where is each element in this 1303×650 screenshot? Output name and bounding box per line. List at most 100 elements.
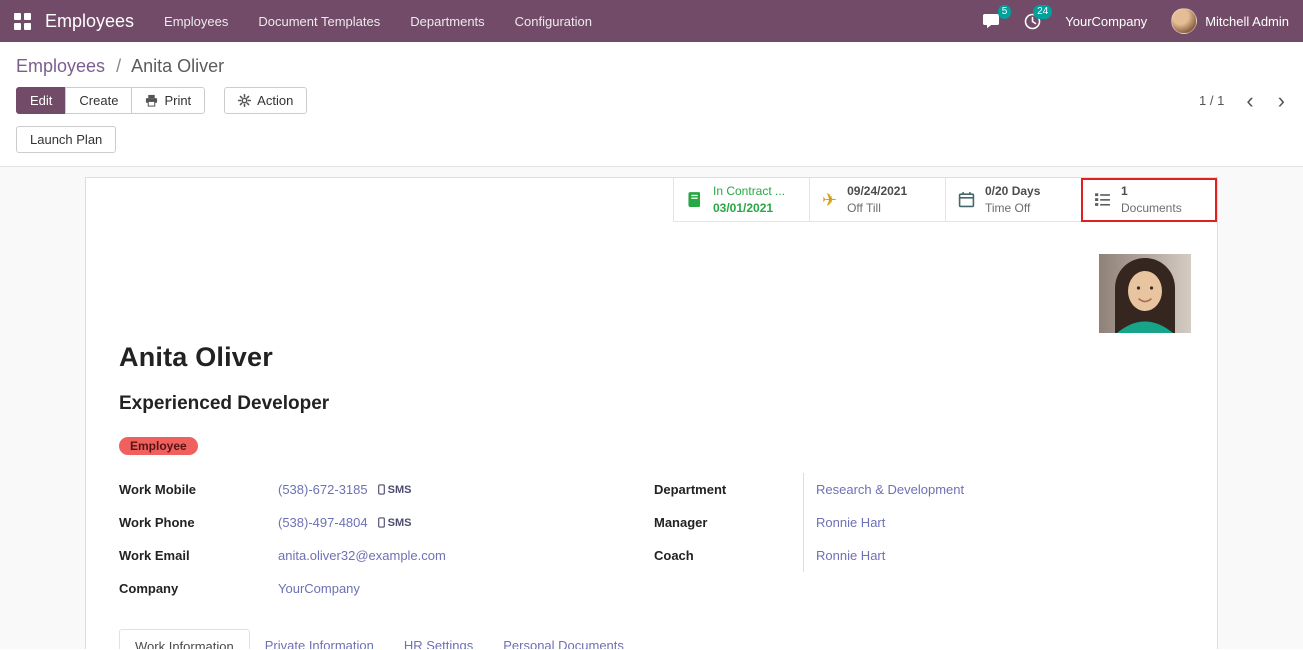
form-view-background: In Contract ... 03/01/2021 ✈ 09/24/2021 … [0, 167, 1303, 649]
calendar-icon [958, 191, 975, 208]
menu-item-document-templates[interactable]: Document Templates [258, 14, 380, 29]
action-button[interactable]: Action [224, 87, 307, 114]
menu-item-employees[interactable]: Employees [164, 14, 228, 29]
user-name: Mitchell Admin [1205, 14, 1289, 29]
sms-link[interactable]: SMS [378, 517, 412, 529]
stat-timeoff-line1: 0/20 Days [985, 183, 1040, 199]
employee-name: Anita Oliver [119, 342, 1191, 373]
stat-offtill-line2: Off Till [847, 200, 907, 216]
company-value[interactable]: YourCompany [278, 581, 360, 596]
action-buttons-row: Launch Plan [0, 114, 1303, 167]
documents-list-icon [1094, 191, 1111, 208]
field-label: Department [654, 473, 804, 506]
top-navbar: Employees Employees Document Templates D… [0, 0, 1303, 42]
company-switcher[interactable]: YourCompany [1065, 14, 1147, 29]
tab-hr-settings[interactable]: HR Settings [389, 629, 488, 649]
department-value[interactable]: Research & Development [804, 482, 964, 497]
field-label: Company [119, 581, 278, 596]
fields-right-column: Department Research & Development Manage… [654, 473, 1191, 605]
stat-contract-line2: 03/01/2021 [713, 200, 785, 216]
activities-button[interactable]: 24 [1024, 13, 1041, 30]
user-avatar [1171, 8, 1197, 34]
stat-button-contract[interactable]: In Contract ... 03/01/2021 [673, 178, 809, 222]
field-row-coach: Coach Ronnie Hart [654, 539, 1191, 572]
pager-next-icon[interactable]: › [1276, 90, 1287, 112]
tab-personal-documents[interactable]: Personal Documents [488, 629, 639, 649]
messages-button[interactable]: 5 [982, 13, 1000, 29]
field-row-work-email: Work Email anita.oliver32@example.com [119, 539, 654, 572]
action-button-label: Action [257, 93, 293, 108]
sms-label: SMS [388, 484, 412, 496]
print-button[interactable]: Print [131, 87, 205, 114]
stat-offtill-line1: 09/24/2021 [847, 183, 907, 199]
stat-button-off-till[interactable]: ✈ 09/24/2021 Off Till [809, 178, 945, 222]
field-row-work-phone: Work Phone (538)-497-4804 SMS [119, 506, 654, 539]
contract-book-icon [686, 191, 703, 208]
control-panel: Edit Create Print [0, 85, 1303, 114]
launch-plan-button[interactable]: Launch Plan [16, 126, 116, 153]
create-button-label: Create [79, 93, 118, 108]
employee-main: Anita Oliver Experienced Developer Emplo… [86, 342, 1217, 649]
stat-button-time-off[interactable]: 0/20 Days Time Off [945, 178, 1081, 222]
navbar-right: 5 24 YourCompany Mitchell Admin [982, 8, 1289, 34]
messages-badge: 5 [998, 5, 1012, 19]
breadcrumb-parent[interactable]: Employees [16, 56, 105, 76]
employee-photo[interactable] [1099, 254, 1191, 333]
gear-icon [238, 94, 251, 107]
work-phone-value[interactable]: (538)-497-4804 [278, 515, 368, 530]
tab-private-information[interactable]: Private Information [250, 629, 389, 649]
employee-fields: Work Mobile (538)-672-3185 SMS Work Phon… [119, 473, 1191, 605]
field-row-department: Department Research & Development [654, 473, 1191, 506]
edit-button[interactable]: Edit [16, 87, 66, 114]
create-button[interactable]: Create [65, 87, 132, 114]
top-menu: Employees Document Templates Departments… [164, 14, 592, 29]
pager: 1 / 1 ‹ › [1199, 90, 1287, 112]
field-label: Coach [654, 539, 804, 572]
pager-previous-icon[interactable]: ‹ [1244, 90, 1255, 112]
launch-plan-label: Launch Plan [30, 132, 102, 147]
button-group: Edit Create Print [16, 87, 205, 114]
menu-item-configuration[interactable]: Configuration [515, 14, 592, 29]
work-email-value[interactable]: anita.oliver32@example.com [278, 548, 446, 563]
field-label: Work Mobile [119, 482, 278, 497]
stat-button-documents[interactable]: 1 Documents [1081, 178, 1217, 222]
printer-icon [145, 94, 158, 107]
sms-label: SMS [388, 517, 412, 529]
breadcrumb: Employees / Anita Oliver [0, 42, 1303, 85]
stat-button-row: In Contract ... 03/01/2021 ✈ 09/24/2021 … [86, 178, 1217, 222]
field-label: Manager [654, 506, 804, 539]
breadcrumb-separator: / [116, 56, 121, 76]
fields-left-column: Work Mobile (538)-672-3185 SMS Work Phon… [119, 473, 654, 605]
activities-badge: 24 [1033, 5, 1052, 19]
employee-form-sheet: In Contract ... 03/01/2021 ✈ 09/24/2021 … [85, 177, 1218, 649]
menu-item-departments[interactable]: Departments [410, 14, 484, 29]
stat-documents-line1: 1 [1121, 183, 1182, 199]
tab-work-information[interactable]: Work Information [119, 629, 250, 649]
manager-value[interactable]: Ronnie Hart [804, 515, 885, 530]
plane-icon: ✈ [822, 191, 837, 209]
sms-link[interactable]: SMS [378, 484, 412, 496]
stat-timeoff-line2: Time Off [985, 200, 1040, 216]
apps-menu-icon[interactable] [14, 13, 31, 30]
notebook-tabs: Work Information Private Information HR … [119, 629, 1191, 649]
edit-button-label: Edit [30, 93, 52, 108]
stat-documents-line2: Documents [1121, 200, 1182, 216]
field-row-company: Company YourCompany [119, 572, 654, 605]
field-row-work-mobile: Work Mobile (538)-672-3185 SMS [119, 473, 654, 506]
employee-job-title: Experienced Developer [119, 393, 1191, 415]
pager-value: 1 / 1 [1199, 93, 1224, 108]
field-label: Work Email [119, 548, 278, 563]
mobile-phone-icon [378, 517, 385, 528]
mobile-phone-icon [378, 484, 385, 495]
stat-contract-line1: In Contract ... [713, 183, 785, 199]
print-button-label: Print [164, 93, 191, 108]
user-menu[interactable]: Mitchell Admin [1171, 8, 1289, 34]
field-label: Work Phone [119, 515, 278, 530]
breadcrumb-current: Anita Oliver [131, 56, 224, 76]
field-row-manager: Manager Ronnie Hart [654, 506, 1191, 539]
app-name[interactable]: Employees [45, 11, 134, 32]
coach-value[interactable]: Ronnie Hart [804, 548, 885, 563]
work-mobile-value[interactable]: (538)-672-3185 [278, 482, 368, 497]
chat-bubble-icon [982, 13, 1000, 29]
employee-tag: Employee [119, 437, 198, 455]
